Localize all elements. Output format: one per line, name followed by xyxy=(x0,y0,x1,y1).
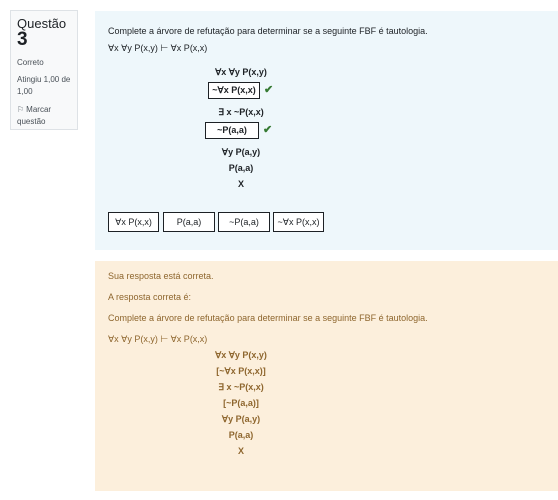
tree-node: ∀y P(a,y) xyxy=(221,147,261,157)
tree-node: ∃ x ~P(x,x) xyxy=(218,107,264,117)
tree-node: [~∀x P(x,x)] xyxy=(216,366,266,376)
question-number: 3 xyxy=(17,29,28,50)
drag-choice[interactable]: ~∀x P(x,x) xyxy=(273,212,324,232)
question-grade: Atingiu 1,00 de 1,00 xyxy=(17,75,71,96)
question-premise: ∀x ∀y P(x,y) ⊢ ∀x P(x,x) xyxy=(108,43,208,53)
drag-choice[interactable]: ∀x P(x,x) xyxy=(108,212,159,232)
check-icon: ✔ xyxy=(263,124,273,136)
tree-node: [~P(a,a)] xyxy=(223,398,259,408)
feedback-panel: Sua resposta está correta. A resposta co… xyxy=(95,261,558,491)
drag-choice[interactable]: ~P(a,a) xyxy=(218,212,270,232)
drop-zone-2[interactable]: ~P(a,a) xyxy=(205,122,259,139)
drag-choice[interactable]: P(a,a) xyxy=(163,212,215,232)
drop-zone-1[interactable]: ~∀x P(x,x) xyxy=(208,82,260,99)
tree-node: ∀x ∀y P(x,y) xyxy=(215,67,267,77)
tree-node: X xyxy=(237,179,245,189)
correct-message: Sua resposta está correta. xyxy=(108,271,214,281)
correct-answer-label: A resposta correta é: xyxy=(108,292,192,302)
tree-node: P(a,a) xyxy=(228,430,254,440)
flag-question-link[interactable]: ⚐ Marcar questão xyxy=(17,104,73,128)
tree-node: ∀x ∀y P(x,y) xyxy=(215,350,267,360)
question-state: Correto xyxy=(17,58,44,67)
question-info-panel: Questão 3 Correto Atingiu 1,00 de 1,00 ⚐… xyxy=(10,10,78,130)
feedback-premise: ∀x ∀y P(x,y) ⊢ ∀x P(x,x) xyxy=(108,334,208,344)
flag-icon: ⚐ xyxy=(17,105,25,114)
question-prompt: Complete a árvore de refutação para dete… xyxy=(108,26,428,36)
tree-node: P(a,a) xyxy=(228,163,254,173)
tree-node: ∀y P(a,y) xyxy=(221,414,261,424)
tree-node: X xyxy=(237,446,245,456)
tree-node: ∃ x ~P(x,x) xyxy=(218,382,264,392)
feedback-prompt: Complete a árvore de refutação para dete… xyxy=(108,313,428,323)
question-formulation: Complete a árvore de refutação para dete… xyxy=(95,11,558,250)
check-icon: ✔ xyxy=(264,84,274,96)
